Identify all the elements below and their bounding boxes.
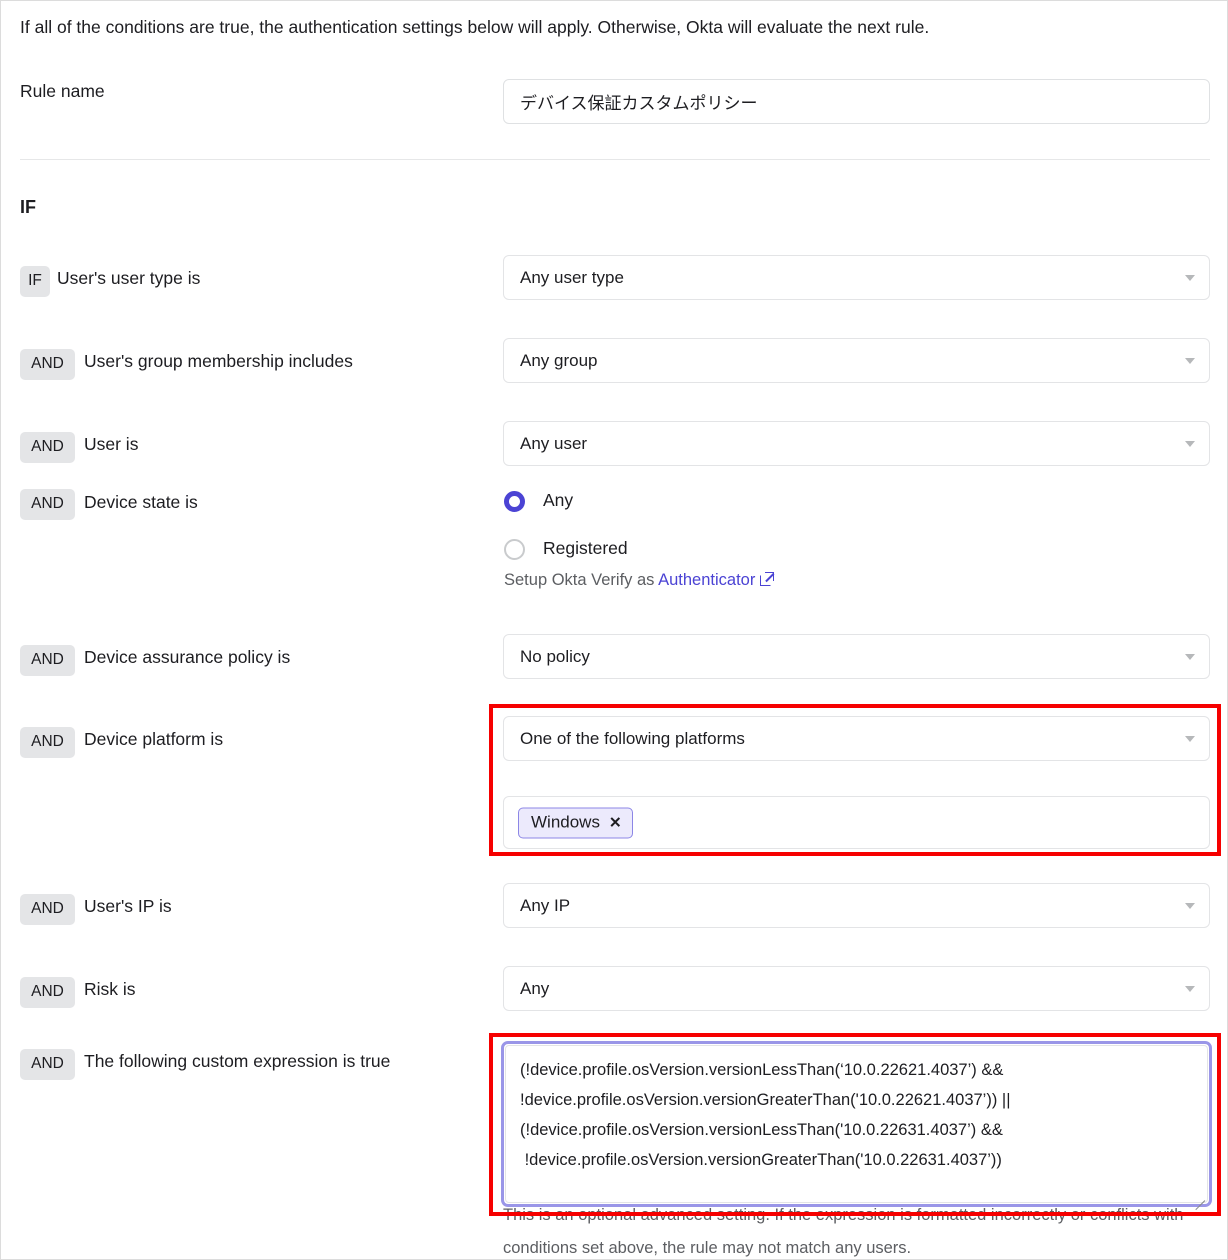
risk-select-value: Any bbox=[520, 978, 550, 998]
operator-badge: AND bbox=[20, 1049, 75, 1080]
radio-selected-icon bbox=[504, 491, 525, 512]
risk-select[interactable]: Any bbox=[503, 966, 1210, 1011]
device-assurance-select-value: No policy bbox=[520, 646, 590, 666]
custom-expression-field[interactable] bbox=[501, 1041, 1212, 1211]
rule-name-input[interactable] bbox=[503, 79, 1210, 124]
device-platform-select-value: One of the following platforms bbox=[520, 728, 745, 748]
condition-label: Risk is bbox=[84, 979, 136, 999]
rule-name-label: Rule name bbox=[20, 81, 105, 101]
radio-label: Any bbox=[543, 490, 574, 510]
user-select[interactable]: Any user bbox=[503, 421, 1210, 466]
close-icon[interactable]: ✕ bbox=[609, 814, 622, 831]
chevron-down-icon bbox=[1185, 902, 1195, 909]
note-prefix: Setup Okta Verify as bbox=[504, 571, 659, 589]
condition-label: Device assurance policy is bbox=[84, 647, 291, 667]
radio-unselected-icon bbox=[504, 539, 525, 560]
group-membership-select[interactable]: Any group bbox=[503, 338, 1210, 383]
condition-label: User's group membership includes bbox=[84, 351, 353, 371]
radio-label: Registered bbox=[543, 538, 628, 558]
chevron-down-icon bbox=[1185, 274, 1195, 281]
operator-badge: AND bbox=[20, 894, 75, 925]
device-platform-select[interactable]: One of the following platforms bbox=[503, 716, 1210, 761]
section-divider bbox=[20, 159, 1210, 160]
chevron-down-icon bbox=[1185, 735, 1195, 742]
operator-badge: AND bbox=[20, 977, 75, 1008]
authenticator-link[interactable]: Authenticator bbox=[658, 571, 755, 589]
condition-label: User's IP is bbox=[84, 896, 172, 916]
operator-badge: AND bbox=[20, 349, 75, 380]
device-platform-chip-field[interactable]: Windows ✕ bbox=[503, 796, 1210, 849]
operator-badge: IF bbox=[20, 266, 50, 297]
group-membership-select-value: Any group bbox=[520, 350, 598, 370]
operator-badge: AND bbox=[20, 645, 75, 676]
custom-expression-helper-text: This is an optional advanced setting. If… bbox=[503, 1206, 1184, 1257]
platform-chip-windows[interactable]: Windows ✕ bbox=[518, 807, 633, 838]
chevron-down-icon bbox=[1185, 357, 1195, 364]
operator-badge: AND bbox=[20, 727, 75, 758]
condition-label: Device state is bbox=[84, 492, 198, 512]
user-ip-select[interactable]: Any IP bbox=[503, 883, 1210, 928]
if-section-heading: IF bbox=[20, 197, 36, 217]
operator-badge: AND bbox=[20, 432, 75, 463]
condition-label: The following custom expression is true bbox=[84, 1051, 391, 1071]
rule-editor-panel: If all of the conditions are true, the a… bbox=[0, 0, 1228, 1260]
condition-label: Device platform is bbox=[84, 729, 224, 749]
custom-expression-textarea[interactable] bbox=[505, 1045, 1208, 1203]
user-type-select[interactable]: Any user type bbox=[503, 255, 1210, 300]
platform-chip-label: Windows bbox=[531, 812, 600, 831]
condition-label: User is bbox=[84, 434, 139, 454]
device-assurance-select[interactable]: No policy bbox=[503, 634, 1210, 679]
chevron-down-icon bbox=[1185, 985, 1195, 992]
intro-text: If all of the conditions are true, the a… bbox=[20, 17, 930, 37]
chevron-down-icon bbox=[1185, 440, 1195, 447]
user-ip-select-value: Any IP bbox=[520, 895, 571, 915]
okta-verify-setup-note: Setup Okta Verify as Authenticator bbox=[504, 571, 775, 590]
external-link-icon bbox=[760, 572, 775, 586]
condition-label: User's user type is bbox=[57, 268, 201, 288]
user-select-value: Any user bbox=[520, 433, 588, 453]
operator-badge: AND bbox=[20, 489, 75, 520]
user-type-select-value: Any user type bbox=[520, 267, 624, 287]
chevron-down-icon bbox=[1185, 653, 1195, 660]
